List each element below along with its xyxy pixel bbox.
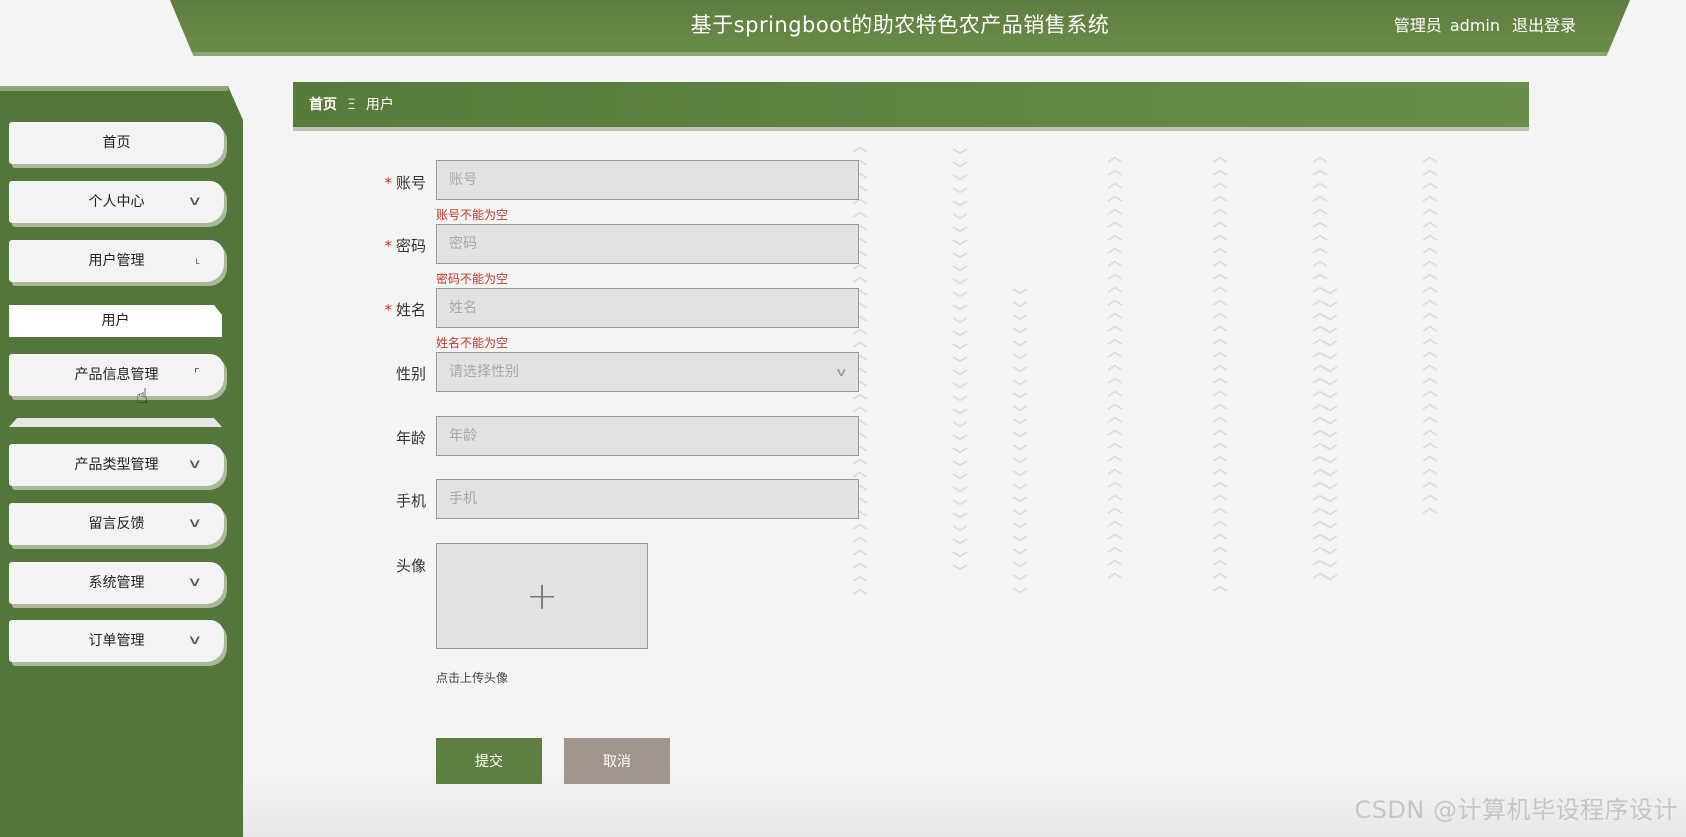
chevron-down-icon: ∨: [835, 365, 849, 379]
breadcrumb: 首页 Ξ 用户: [293, 82, 1529, 131]
sidebar-item-feedback[interactable]: 留言反馈 ∨: [9, 503, 224, 545]
top-header: 基于springboot的助农特色农产品销售系统 管理员 admin 退出登录: [170, 0, 1630, 56]
submit-button[interactable]: 提交: [436, 738, 542, 784]
corner-arrow-icon: ˪: [195, 253, 200, 268]
sidebar-item-label: 首页: [102, 135, 131, 151]
password-input[interactable]: [436, 224, 859, 264]
chevron-column-decoration: ﹀ ﹀ ﹀ ﹀ ﹀ ﹀ ﹀ ﹀ ﹀ ﹀ ﹀ ﹀ ﹀ ﹀ ﹀ ﹀ ﹀ ﹀ ﹀ ﹀ …: [952, 147, 968, 581]
sidebar-item-label: 个人中心: [88, 194, 145, 210]
breadcrumb-home[interactable]: 首页: [309, 97, 337, 113]
gender-label: 性别: [395, 365, 426, 383]
name-input[interactable]: [436, 288, 859, 328]
sidebar-item-label: 产品信息管理: [74, 367, 159, 383]
account-label-text: 账号: [395, 174, 426, 192]
sidebar-item-label: 用户管理: [88, 253, 145, 269]
sidebar-item-label: 订单管理: [88, 633, 145, 649]
user-role: 管理员: [1393, 16, 1442, 35]
age-label: 年龄: [395, 429, 426, 447]
phone-input[interactable]: [436, 479, 859, 519]
sidebar-item-personal-center[interactable]: 个人中心 ∨: [9, 181, 224, 223]
cancel-button[interactable]: 取消: [564, 738, 670, 784]
chevron-column-decoration: ︿ ︿ ︿ ︿ ︿ ︿ ︿ ︿ ︿ ︿ ︿ ︿ ︿ ︿ ︿ ︿ ︿ ︿ ︿ ︿ …: [1312, 147, 1328, 581]
account-label: * 账号: [346, 172, 426, 193]
corner-arrow-icon: ⌜: [193, 367, 200, 382]
sidebar-item-user-management[interactable]: 用户管理 ˪: [9, 240, 224, 282]
chevron-column-decoration: ︿ ︿ ︿ ︿ ︿ ︿ ︿ ︿ ︿ ︿ ︿ ︿ ︿ ︿ ︿ ︿ ︿ ︿ ︿ ︿ …: [1107, 147, 1123, 581]
plus-icon: +: [526, 574, 558, 618]
sidebar-item-label: 产品类型管理: [74, 457, 159, 473]
logout-link[interactable]: 退出登录: [1512, 12, 1576, 36]
watermark: CSDN @计算机毕设程序设计: [1354, 796, 1678, 824]
age-input[interactable]: [436, 416, 859, 456]
password-error: 密码不能为空: [436, 272, 509, 286]
breadcrumb-separator-icon: Ξ: [347, 97, 356, 113]
breadcrumb-current: 用户: [365, 97, 394, 113]
name-error: 姓名不能为空: [436, 336, 509, 350]
chevron-column-decoration: ﹀ ﹀ ﹀ ﹀ ﹀ ﹀ ﹀ ﹀ ﹀ ﹀ ﹀ ﹀ ﹀ ﹀ ﹀ ﹀ ﹀ ﹀ ﹀ ﹀ …: [1322, 287, 1338, 591]
required-mark: *: [384, 174, 392, 192]
username: admin: [1449, 16, 1500, 35]
sidebar-subitem-user[interactable]: 用户: [9, 305, 222, 337]
required-mark: *: [384, 301, 392, 319]
avatar-upload-tip: 点击上传头像: [436, 671, 509, 685]
sidebar-item-home[interactable]: 首页: [9, 122, 224, 164]
chevron-down-icon: ∨: [187, 516, 203, 531]
avatar-label: 头像: [395, 557, 426, 575]
gender-select[interactable]: 请选择性别 ∨: [436, 352, 859, 392]
phone-label: 手机: [395, 492, 426, 510]
sidebar-item-order-management[interactable]: 订单管理 ∨: [9, 620, 224, 662]
avatar-upload[interactable]: +: [436, 543, 648, 649]
sidebar-item-system-management[interactable]: 系统管理 ∨: [9, 562, 224, 604]
gender-select-placeholder: 请选择性别: [449, 364, 519, 380]
name-label-text: 姓名: [395, 301, 426, 319]
sidebar-subitem-label: 用户: [101, 313, 130, 329]
name-label: * 姓名: [346, 299, 426, 320]
sidebar-item-label: 留言反馈: [88, 516, 145, 532]
chevron-column-decoration: ︿ ︿ ︿ ︿ ︿ ︿ ︿ ︿ ︿ ︿ ︿ ︿ ︿ ︿ ︿ ︿ ︿ ︿ ︿ ︿ …: [1212, 147, 1228, 594]
chevron-down-icon: ∨: [187, 575, 203, 590]
chevron-down-icon: ∨: [187, 194, 203, 209]
chevron-down-icon: ∨: [187, 457, 203, 472]
account-input[interactable]: [436, 160, 859, 200]
chevron-column-decoration: ﹀ ﹀ ﹀ ﹀ ﹀ ﹀ ﹀ ﹀ ﹀ ﹀ ﹀ ﹀ ﹀ ﹀ ﹀ ﹀ ﹀ ﹀ ﹀ ﹀ …: [1012, 287, 1028, 604]
account-error: 账号不能为空: [436, 208, 509, 222]
sidebar-top-border: [0, 86, 228, 91]
chevron-down-icon: ∨: [187, 633, 203, 648]
sidebar-item-product-info-management[interactable]: 产品信息管理 ⌜: [9, 354, 224, 396]
chevron-column-decoration: ︿ ︿ ︿ ︿ ︿ ︿ ︿ ︿ ︿ ︿ ︿ ︿ ︿ ︿ ︿ ︿ ︿ ︿ ︿ ︿ …: [1422, 147, 1438, 516]
password-label-text: 密码: [395, 237, 426, 255]
sidebar-item-label: 系统管理: [88, 575, 145, 591]
sidebar-item-product-type-management[interactable]: 产品类型管理 ∨: [9, 444, 224, 486]
required-mark: *: [384, 237, 392, 255]
current-user: 管理员 admin: [1386, 12, 1500, 36]
password-label: * 密码: [346, 235, 426, 256]
submenu-divider: [9, 418, 222, 427]
